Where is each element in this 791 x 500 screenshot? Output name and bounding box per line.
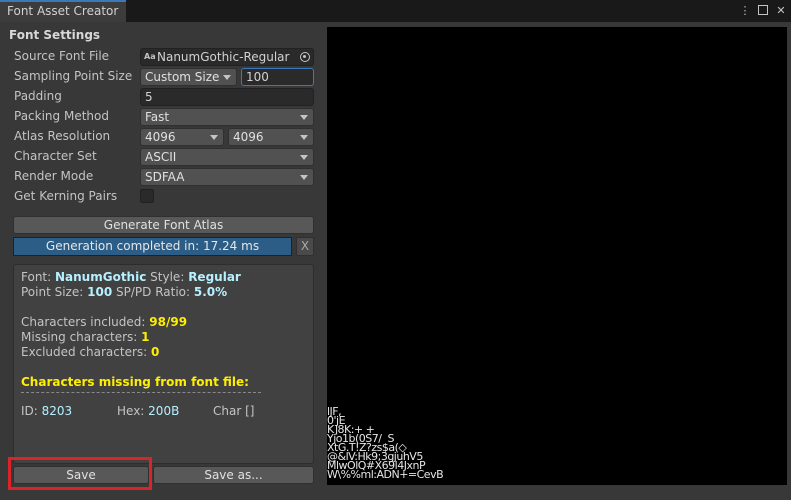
atlas-preview: lJF, 0'jE K]8K:+ + Yjo1b(0S7/ S XtG.T!Z?zs$a… [327,27,787,485]
atlas-width-value: 4096 [145,130,176,144]
report-missing-line: Missing characters: 1 [21,330,150,344]
source-font-field[interactable]: Aa NanumGothic-Regular [140,48,314,66]
chevron-down-icon [300,155,308,160]
padding-input[interactable]: 5 [140,88,314,106]
clear-progress-button[interactable]: X [296,237,314,256]
font-asset-creator-window: Font Settings Source Font File Aa NanumG… [0,22,791,500]
missing-characters-header: Characters missing from font file: [21,375,249,389]
missing-char-label: Char [] [213,404,255,418]
chevron-down-icon [300,135,308,140]
object-picker-icon[interactable] [300,52,310,62]
sampling-mode-dropdown[interactable]: Custom Size [140,68,237,86]
settings-panel: Font Settings Source Font File Aa NanumG… [0,22,324,500]
report-excluded-line: Excluded characters: 0 [21,345,159,359]
missing-hex-value: 200B [148,404,180,418]
window-title-bar: Font Asset Creator ⋮ ✕ [0,0,791,22]
report-size-line: Point Size: 100 SP/PD Ratio: 5.0% [21,285,227,299]
character-set-dropdown[interactable]: ASCII [140,148,314,166]
sampling-row: Sampling Point Size Custom Size 100 [14,68,314,86]
maximize-icon[interactable] [757,3,769,17]
font-value: NanumGothic [55,270,147,284]
progress-text: Generation completed in: 17.24 ms [45,239,260,253]
divider [21,392,261,393]
style-label: Style: [150,270,185,284]
kerning-checkbox[interactable] [140,189,154,203]
sampling-size-input[interactable]: 100 [241,68,314,86]
packing-method-dropdown[interactable]: Fast [140,108,314,126]
render-mode-value: SDFAA [145,170,185,184]
chevron-down-icon [300,115,308,120]
missing-value: 1 [141,330,150,344]
missing-id-value: 8203 [41,404,73,418]
character-set-label: Character Set [14,149,97,163]
generation-progress-bar: Generation completed in: 17.24 ms [13,237,292,256]
save-highlight-box [8,457,152,490]
report-included-line: Characters included: 98/99 [21,315,187,329]
font-label: Font: [21,270,52,284]
atlas-glyphs: lJF, 0'jE K]8K:+ + Yjo1b(0S7/ S XtG.T!Z?zs$a… [327,407,457,485]
packing-method-value: Fast [145,110,170,124]
excluded-value: 0 [151,345,160,359]
excluded-label: Excluded characters: [21,345,148,359]
render-mode-row: Render Mode SDFAA [14,168,314,186]
point-size-value: 100 [87,285,113,299]
included-value: 98/99 [149,315,188,329]
atlas-resolution-row: Atlas Resolution 4096 4096 [14,128,314,146]
generation-report-box: Font: NanumGothic Style: Regular Point S… [13,264,314,464]
sampling-mode-value: Custom Size [145,70,220,84]
chevron-down-icon [300,175,308,180]
padding-label: Padding [14,89,62,103]
point-size-label: Point Size: [21,285,84,299]
missing-id-label: ID: [21,404,38,418]
packing-label: Packing Method [14,109,109,123]
chevron-down-icon [210,135,218,140]
atlas-height-value: 4096 [233,130,264,144]
render-mode-label: Render Mode [14,169,94,183]
missing-hex-entry: Hex: 200B [117,404,179,418]
atlas-glyph-row: W\%%ml:ADN+=CevB [327,468,444,481]
kerning-label: Get Kerning Pairs [14,189,118,203]
chevron-down-icon [223,75,231,80]
padding-row: Padding 5 [14,88,314,106]
atlas-width-dropdown[interactable]: 4096 [140,128,224,146]
render-mode-dropdown[interactable]: SDFAA [140,168,314,186]
atlas-height-dropdown[interactable]: 4096 [228,128,314,146]
atlas-glyph-row: lJF, [327,407,342,418]
style-value: Regular [188,270,241,284]
save-as-button[interactable]: Save as... [153,466,314,484]
report-font-line: Font: NanumGothic Style: Regular [21,270,241,284]
missing-hex-label: Hex: [117,404,145,418]
kebab-menu-icon[interactable]: ⋮ [739,3,751,17]
window-controls: ⋮ ✕ [739,3,787,17]
packing-row: Packing Method Fast [14,108,314,126]
source-font-value: NanumGothic-Regular [157,50,290,64]
kerning-row: Get Kerning Pairs [14,188,314,206]
tab-font-asset-creator[interactable]: Font Asset Creator [0,0,126,22]
source-font-row: Source Font File Aa NanumGothic-Regular [14,48,314,66]
atlas-resolution-label: Atlas Resolution [14,129,111,143]
character-set-row: Character Set ASCII [14,148,314,166]
missing-character-entry: ID: 8203 [21,404,72,418]
included-label: Characters included: [21,315,146,329]
character-set-value: ASCII [145,150,177,164]
missing-label: Missing characters: [21,330,138,344]
close-icon[interactable]: ✕ [775,3,787,17]
source-font-label: Source Font File [14,49,110,63]
section-title-font-settings: Font Settings [9,28,101,42]
generate-font-atlas-button[interactable]: Generate Font Atlas [13,216,314,234]
ratio-value: 5.0% [193,285,228,299]
ratio-label: SP/PD Ratio: [116,285,191,299]
sampling-label: Sampling Point Size [14,69,133,83]
font-asset-icon: Aa [144,52,156,61]
